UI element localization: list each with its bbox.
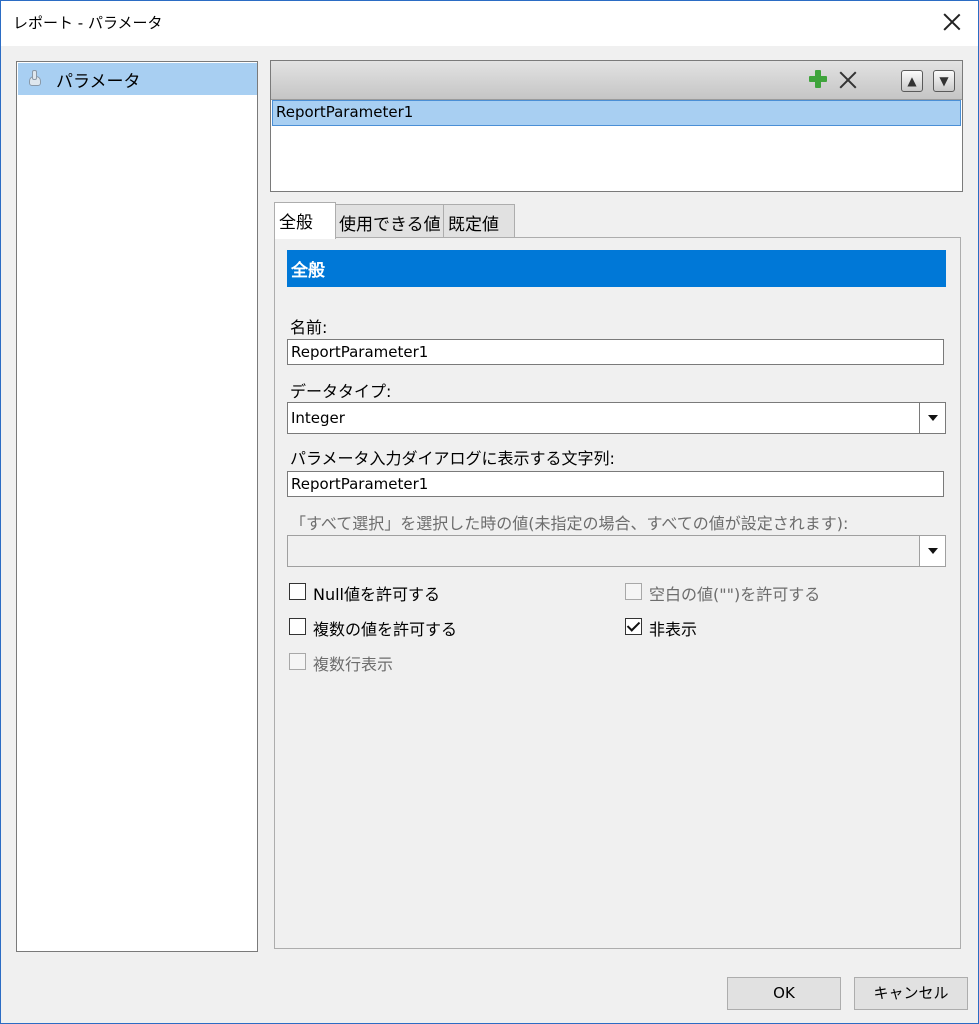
select-all-select (287, 535, 946, 567)
category-item-label: パラメータ (56, 72, 141, 92)
checkbox-box[interactable] (625, 618, 642, 635)
section-header: 全般 (287, 250, 946, 287)
cancel-button[interactable]: キャンセル (854, 977, 968, 1010)
chevron-down-icon (919, 536, 945, 566)
tab-default-values[interactable]: 既定値 (443, 204, 515, 238)
close-icon[interactable] (940, 10, 964, 34)
dialog-window: レポート - パラメータ パラメータ ▲ ▼ ReportParameter1 … (0, 0, 979, 1024)
tab-label: 使用できる値 (339, 215, 441, 235)
checkbox-box[interactable] (289, 618, 306, 635)
checkbox-label: 非表示 (649, 620, 698, 639)
prompt-field[interactable]: ReportParameter1 (287, 471, 944, 497)
plus-icon[interactable] (809, 70, 827, 88)
x-icon[interactable] (837, 69, 859, 91)
name-value: ReportParameter1 (291, 343, 429, 361)
datatype-select[interactable]: Integer (287, 402, 946, 434)
list-item[interactable]: ReportParameter1 (272, 100, 961, 126)
checkbox-box[interactable] (289, 583, 306, 600)
tab-label: 既定値 (448, 215, 499, 235)
tab-general[interactable]: 全般 (274, 202, 336, 239)
parameter-toolbar: ▲ ▼ (271, 61, 962, 100)
chevron-down-icon[interactable] (919, 403, 945, 433)
tab-label: 全般 (279, 213, 313, 233)
title-bar: レポート - パラメータ (1, 1, 978, 46)
allow-null-checkbox[interactable]: Null値を許可する (289, 582, 489, 604)
multiline-checkbox: 複数行表示 (289, 652, 439, 674)
checkbox-label: 複数行表示 (313, 655, 394, 674)
arrow-up-icon[interactable]: ▲ (901, 70, 923, 92)
tab-available-values[interactable]: 使用できる値 (334, 204, 444, 238)
checkbox-label: 複数の値を許可する (313, 620, 458, 639)
section-title: 全般 (291, 261, 325, 281)
ok-button[interactable]: OK (727, 977, 841, 1010)
allow-multiple-checkbox[interactable]: 複数の値を許可する (289, 617, 489, 639)
checkbox-label: Null値を許可する (313, 585, 441, 604)
category-item-parameters[interactable]: パラメータ (18, 63, 257, 95)
window-title: レポート - パラメータ (13, 14, 163, 32)
category-list: パラメータ (16, 61, 258, 952)
prompt-label: パラメータ入力ダイアログに表示する文字列: (290, 449, 615, 468)
datatype-label: データタイプ: (290, 382, 392, 401)
datatype-value: Integer (291, 409, 345, 427)
checkbox-box (625, 583, 642, 600)
hidden-checkbox[interactable]: 非表示 (625, 617, 745, 639)
name-field[interactable]: ReportParameter1 (287, 339, 944, 365)
select-all-label: 「すべて選択」を選択した時の値(未指定の場合、すべての値が設定されます): (290, 514, 849, 533)
general-panel: 全般 名前: ReportParameter1 データタイプ: Integer … (274, 237, 961, 949)
allow-blank-checkbox: 空白の値("")を許可する (625, 582, 865, 604)
checkbox-label: 空白の値("")を許可する (649, 585, 821, 604)
parameter-name: ReportParameter1 (276, 103, 414, 121)
parameter-list: ▲ ▼ ReportParameter1 (270, 60, 963, 192)
hand-icon (27, 70, 41, 86)
name-label: 名前: (290, 318, 328, 337)
checkbox-box (289, 653, 306, 670)
prompt-value: ReportParameter1 (291, 475, 429, 493)
arrow-down-icon[interactable]: ▼ (933, 70, 955, 92)
